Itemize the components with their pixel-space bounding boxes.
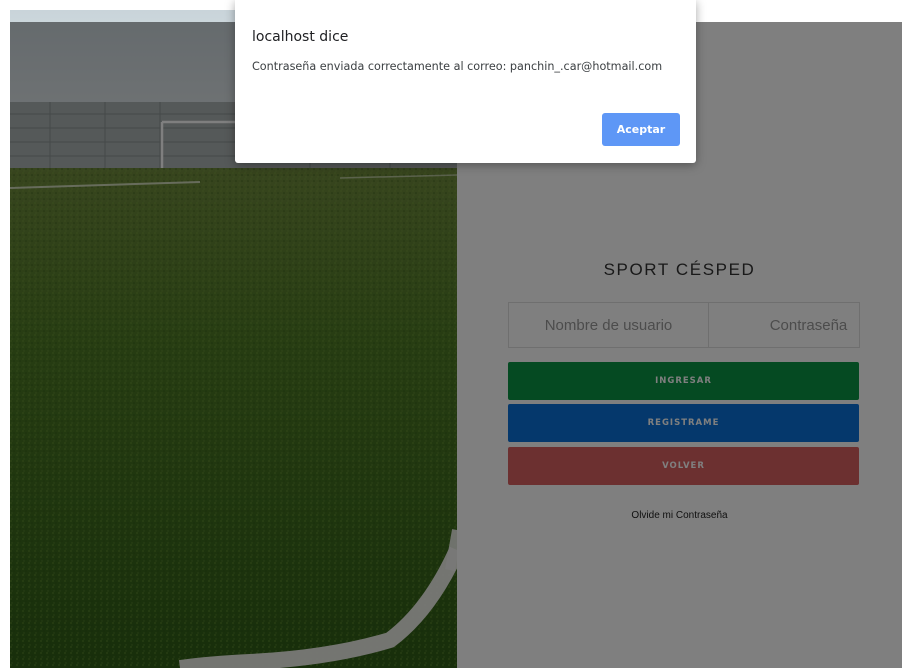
dialog-title: localhost dice xyxy=(252,29,349,45)
accept-button[interactable]: Aceptar xyxy=(602,113,680,146)
dialog-message: Contraseña enviada correctamente al corr… xyxy=(252,60,663,73)
left-margin xyxy=(0,0,10,668)
page: SPORT CÉSPED INGRESAR REGISTRAME VOLVER … xyxy=(0,0,902,668)
alert-dialog: localhost dice Contraseña enviada correc… xyxy=(235,0,696,163)
